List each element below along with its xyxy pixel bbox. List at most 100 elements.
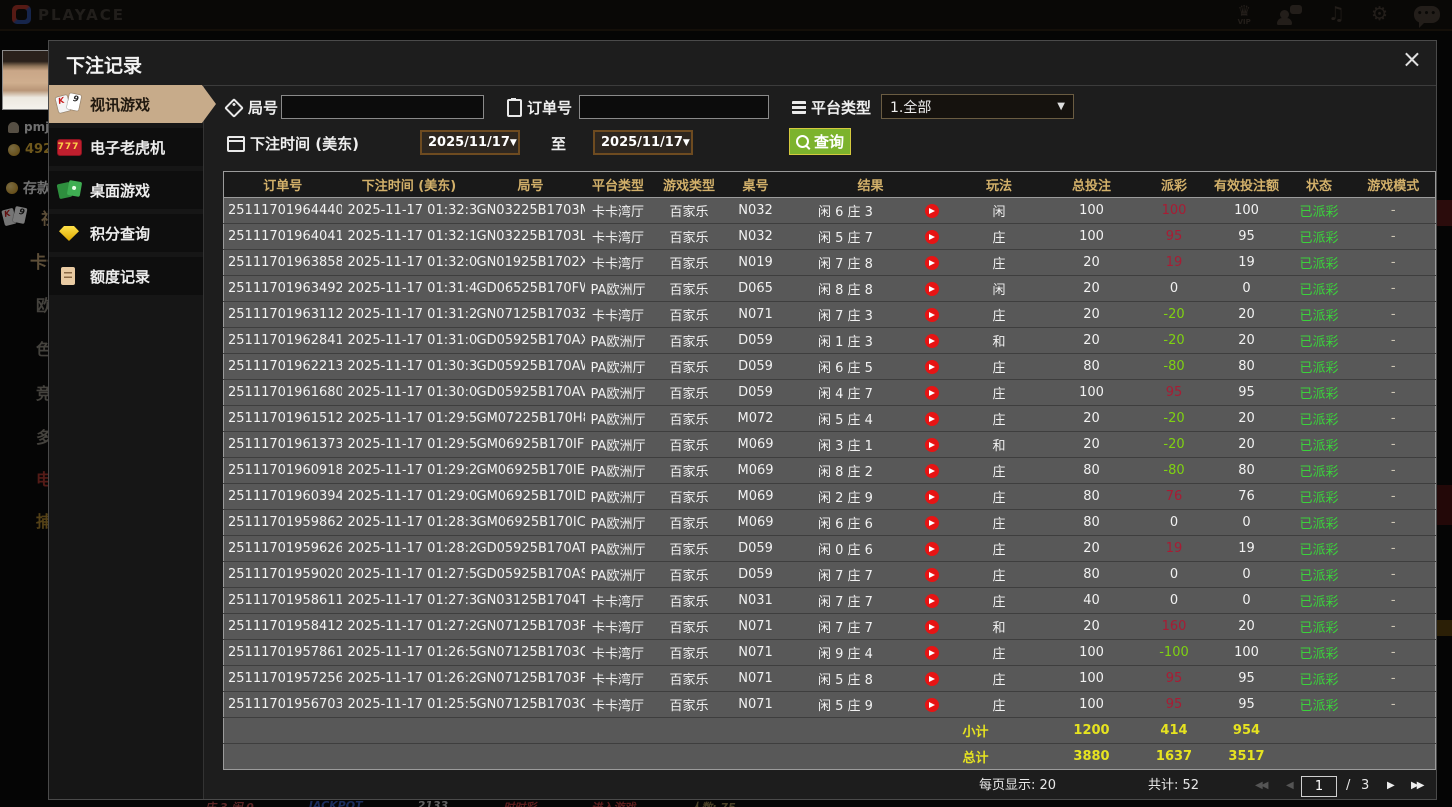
- cell: M069: [726, 483, 785, 510]
- cell: 百家乐: [651, 249, 727, 276]
- total-bet-cell: 80: [1041, 457, 1142, 484]
- replay-video-button[interactable]: [924, 307, 939, 322]
- replay-video-button[interactable]: [924, 593, 939, 608]
- close-icon[interactable]: ×: [1402, 47, 1422, 71]
- status-cell: 已派彩: [1286, 665, 1352, 692]
- summary-cell: 1637: [1141, 743, 1207, 770]
- summary-cell: 小计: [956, 717, 1042, 744]
- replay-video-button[interactable]: [924, 567, 939, 582]
- round-number-input[interactable]: [281, 95, 484, 119]
- first-page-button[interactable]: ◀◀: [1255, 773, 1268, 799]
- next-page-button[interactable]: ▶: [1387, 773, 1395, 799]
- play-method-cell: 庄: [956, 509, 1042, 536]
- cell: 百家乐: [651, 561, 727, 588]
- replay-video-button[interactable]: [924, 463, 939, 478]
- result-text: 闲 5 庄 9: [818, 699, 873, 714]
- date-to-picker[interactable]: 2025/11/17 ▼: [593, 130, 693, 155]
- prev-page-button[interactable]: ◀: [1286, 773, 1294, 799]
- total-bet-cell: 80: [1041, 353, 1142, 380]
- replay-video-button[interactable]: [924, 281, 939, 296]
- replay-video-button[interactable]: [924, 437, 939, 452]
- sidebar-item-label: 积分查询: [90, 224, 151, 243]
- sidebar-item-slots[interactable]: 电子老虎机: [49, 128, 203, 166]
- cell: 卡卡湾厅: [584, 665, 652, 692]
- cell: 2025-11-17 01:27:51: [341, 561, 477, 588]
- play-method-cell: 庄: [956, 353, 1042, 380]
- sidebar-item-video-games[interactable]: 视讯游戏: [49, 85, 216, 123]
- replay-video-button[interactable]: [924, 411, 939, 426]
- replay-video-button[interactable]: [924, 255, 939, 270]
- cell: [223, 717, 957, 744]
- replay-video-button[interactable]: [924, 229, 939, 244]
- result-text: 闲 9 庄 4: [818, 647, 873, 662]
- sidebar-item-points[interactable]: 积分查询: [49, 214, 203, 252]
- status-cell: 已派彩: [1286, 327, 1352, 354]
- search-button[interactable]: 查询: [789, 128, 851, 155]
- replay-video-button[interactable]: [924, 697, 939, 712]
- total-bet-cell: 100: [1041, 665, 1142, 692]
- result-cell: 闲 7 庄 8: [784, 249, 957, 276]
- replay-video-button[interactable]: [924, 515, 939, 530]
- date-from-picker[interactable]: 2025/11/17 ▼: [420, 130, 520, 155]
- replay-video-button[interactable]: [924, 645, 939, 660]
- calendar-icon: [227, 135, 245, 152]
- per-page-label: 每页显示: 20: [979, 778, 1057, 793]
- summary-cell: 414: [1141, 717, 1207, 744]
- table-row: 251117019598625 2025-11-17 01:28:33 GM0692…: [223, 509, 1436, 536]
- status-cell: 已派彩: [1286, 535, 1352, 562]
- valid-bet-cell: 0: [1206, 509, 1287, 536]
- total-bet-cell: 20: [1041, 535, 1142, 562]
- column-header: 结果: [784, 171, 957, 198]
- play-method-cell: 庄: [956, 639, 1042, 666]
- replay-video-button[interactable]: [924, 203, 939, 218]
- cell: N071: [726, 691, 785, 718]
- payout-cell: 95: [1141, 665, 1207, 692]
- result-cell: 闲 5 庄 4: [784, 405, 957, 432]
- replay-video-button[interactable]: [924, 385, 939, 400]
- total-bet-cell: 20: [1041, 405, 1142, 432]
- status-cell: 已派彩: [1286, 457, 1352, 484]
- result-text: 闲 6 庄 6: [818, 517, 873, 532]
- cell: PA欧洲厅: [584, 509, 652, 536]
- payout-cell: -20: [1141, 301, 1207, 328]
- replay-video-button[interactable]: [924, 489, 939, 504]
- cell: GD05925B170AW: [476, 353, 585, 380]
- cell: 2025-11-17 01:30:05: [341, 379, 477, 406]
- play-method-cell: 和: [956, 613, 1042, 640]
- payout-cell: 19: [1141, 535, 1207, 562]
- replay-video-button[interactable]: [924, 619, 939, 634]
- play-method-cell: 庄: [956, 535, 1042, 562]
- last-page-button[interactable]: ▶▶: [1411, 773, 1424, 799]
- result-text: 闲 3 庄 1: [818, 439, 873, 454]
- replay-video-button[interactable]: [924, 541, 939, 556]
- column-header: 游戏模式: [1351, 171, 1436, 198]
- page-number-input[interactable]: 1: [1301, 776, 1337, 797]
- order-number-input[interactable]: [579, 95, 769, 119]
- cell: N032: [726, 197, 785, 224]
- result-cell: 闲 7 庄 7: [784, 561, 957, 588]
- replay-video-button[interactable]: [924, 671, 939, 686]
- game-mode-cell: -: [1351, 197, 1436, 224]
- cell: GM07225B170H8: [476, 405, 585, 432]
- play-method-cell: 闲: [956, 197, 1042, 224]
- cell: GN07125B1703R: [476, 613, 585, 640]
- cell: GN03225B1703L: [476, 223, 585, 250]
- play-method-cell: 庄: [956, 223, 1042, 250]
- table-row: 251117019603944 2025-11-17 01:29:00 GM0692…: [223, 483, 1436, 510]
- table-row: 251117019613732 2025-11-17 01:29:52 GM0692…: [223, 431, 1436, 458]
- replay-video-button[interactable]: [924, 359, 939, 374]
- valid-bet-cell: 20: [1206, 405, 1287, 432]
- replay-video-button[interactable]: [924, 333, 939, 348]
- payout-cell: 0: [1141, 587, 1207, 614]
- sidebar-item-table-games[interactable]: 桌面游戏: [49, 171, 203, 209]
- result-text: 闲 7 庄 7: [818, 595, 873, 610]
- cell: 百家乐: [651, 301, 727, 328]
- platform-type-dropdown[interactable]: 1.全部 ▼: [881, 94, 1074, 119]
- sidebar-item-records[interactable]: 额度记录: [49, 257, 203, 295]
- cell: 251117019616803: [223, 379, 342, 406]
- cell: 百家乐: [651, 405, 727, 432]
- document-icon: [56, 265, 83, 287]
- tag-icon: [224, 97, 244, 118]
- result-cell: 闲 2 庄 9: [784, 483, 957, 510]
- game-mode-cell: -: [1351, 665, 1436, 692]
